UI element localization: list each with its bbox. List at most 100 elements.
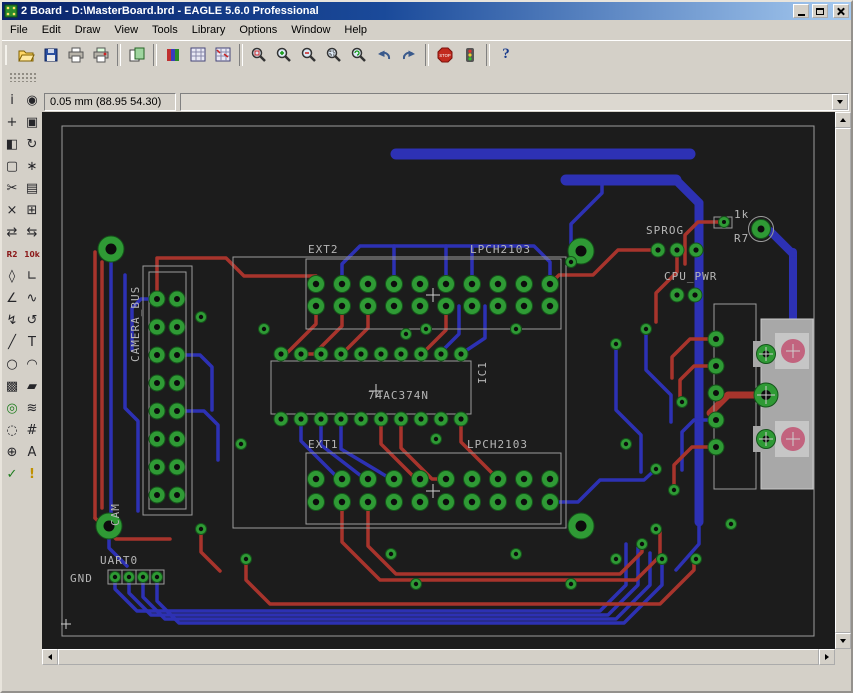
- hole-tool[interactable]: ◌: [3, 420, 22, 441]
- menu-help[interactable]: Help: [337, 21, 374, 39]
- open-button[interactable]: [14, 43, 38, 67]
- rect-tool[interactable]: ▩: [3, 376, 22, 397]
- move-icon: +: [7, 116, 18, 129]
- cam-processor-button[interactable]: [89, 43, 113, 67]
- group-tool[interactable]: ▢: [3, 156, 22, 177]
- grid-settings-button[interactable]: [211, 43, 235, 67]
- auto-tool[interactable]: A: [23, 442, 42, 463]
- menu-edit[interactable]: Edit: [35, 21, 68, 39]
- close-button[interactable]: [833, 4, 849, 18]
- menu-view[interactable]: View: [107, 21, 145, 39]
- cut-tool[interactable]: ✂: [3, 178, 22, 199]
- print-button[interactable]: [64, 43, 88, 67]
- menu-draw[interactable]: Draw: [68, 21, 108, 39]
- add-tool[interactable]: ⊞: [23, 200, 42, 221]
- library-button[interactable]: [161, 43, 185, 67]
- menu-options[interactable]: Options: [232, 21, 284, 39]
- miter-tool[interactable]: ∟: [23, 266, 42, 287]
- paste-icon: ▤: [26, 182, 38, 195]
- board-canvas[interactable]: EXT2 LPCH2103 SPROG 1k R7 CPU_PWR CAMERA…: [42, 112, 835, 649]
- board-schematic-switch-button[interactable]: [125, 43, 149, 67]
- menu-file[interactable]: File: [3, 21, 35, 39]
- arc-tool[interactable]: ◠: [23, 354, 42, 375]
- drc-tool[interactable]: ✓: [3, 464, 22, 485]
- name-tool[interactable]: R2: [3, 244, 22, 265]
- ripup-tool[interactable]: ↺: [23, 310, 42, 331]
- redo-button[interactable]: [397, 43, 421, 67]
- vertical-scroll-thumb[interactable]: [835, 128, 851, 633]
- info-icon: i: [10, 94, 14, 107]
- split-tool[interactable]: ∠: [3, 288, 22, 309]
- status-strip: [42, 665, 851, 691]
- zoom-fit-icon: [250, 46, 268, 64]
- scroll-up-button[interactable]: [835, 112, 851, 128]
- maximize-icon: [816, 8, 824, 15]
- circle-tool[interactable]: ○: [3, 354, 22, 375]
- signal-tool[interactable]: ≋: [23, 398, 42, 419]
- mark-icon: ⊕: [7, 446, 18, 459]
- zoom-redraw-icon: [350, 46, 368, 64]
- save-button[interactable]: [39, 43, 63, 67]
- stop-button[interactable]: STOP: [433, 43, 457, 67]
- pinswap-icon: ⇄: [7, 226, 18, 239]
- route-tool[interactable]: ↯: [3, 310, 22, 331]
- change-tool[interactable]: ∗: [23, 156, 42, 177]
- zoom-redraw-button[interactable]: [347, 43, 371, 67]
- menu-window[interactable]: Window: [284, 21, 337, 39]
- copy-tool[interactable]: ▣: [23, 112, 42, 133]
- horizontal-scroll-thumb[interactable]: [58, 649, 819, 665]
- horizontal-scrollbar[interactable]: [42, 649, 835, 665]
- mark-tool[interactable]: ⊕: [3, 442, 22, 463]
- help-button[interactable]: ?: [494, 43, 518, 67]
- optimize-tool[interactable]: ∿: [23, 288, 42, 309]
- via-tool[interactable]: ◎: [3, 398, 22, 419]
- zoom-select-icon: [325, 46, 343, 64]
- text-tool[interactable]: T: [23, 332, 42, 353]
- toolbar-separator: [117, 44, 121, 66]
- smash-tool[interactable]: ◊: [3, 266, 22, 287]
- scroll-left-button[interactable]: [42, 649, 58, 665]
- palette-tools: i ◉ + ▣ ◧ ↻ ▢ ∗ ✂ ▤ × ⊞ ⇄ ⇆ R2 10k ◊ ∟ ∠…: [3, 90, 42, 485]
- errors-tool[interactable]: !: [23, 464, 42, 485]
- menu-tools[interactable]: Tools: [145, 21, 185, 39]
- command-input[interactable]: [181, 94, 832, 110]
- zoom-fit-button[interactable]: [247, 43, 271, 67]
- show-tool[interactable]: ◉: [23, 90, 42, 111]
- rotate-tool[interactable]: ↻: [23, 134, 42, 155]
- cut-icon: ✂: [7, 182, 18, 195]
- board-label-lpch2103-top: LPCH2103: [470, 243, 531, 256]
- dock-area: i ◉ + ▣ ◧ ↻ ▢ ∗ ✂ ▤ × ⊞ ⇄ ⇆ R2 10k ◊ ∟ ∠…: [2, 68, 851, 691]
- menu-library[interactable]: Library: [185, 21, 233, 39]
- pinswap-tool[interactable]: ⇄: [3, 222, 22, 243]
- board-label-uart0: UART0: [100, 554, 138, 567]
- smash-icon: ◊: [9, 270, 15, 283]
- delete-tool[interactable]: ×: [3, 200, 22, 221]
- maximize-button[interactable]: [812, 4, 828, 18]
- zoom-select-button[interactable]: [322, 43, 346, 67]
- show-icon: ◉: [26, 94, 37, 107]
- move-tool[interactable]: +: [3, 112, 22, 133]
- paste-tool[interactable]: ▤: [23, 178, 42, 199]
- scroll-right-button[interactable]: [819, 649, 835, 665]
- zoom-in-button[interactable]: [272, 43, 296, 67]
- display-settings-button[interactable]: [186, 43, 210, 67]
- scroll-down-icon: [840, 639, 846, 643]
- undo-button[interactable]: [372, 43, 396, 67]
- replace-tool[interactable]: ⇆: [23, 222, 42, 243]
- board-label-camera-bus: CAMERA_BUS: [129, 286, 142, 362]
- editor-column: 0.05 mm (88.95 54.30) EXT2 LPCH2103 SPRO…: [42, 68, 851, 691]
- value-tool[interactable]: 10k: [23, 244, 42, 265]
- ratsnest-tool[interactable]: #: [23, 420, 42, 441]
- wire-tool[interactable]: ╱: [3, 332, 22, 353]
- minimize-button[interactable]: [793, 4, 809, 18]
- palette-grip[interactable]: [8, 71, 36, 82]
- command-dropdown-button[interactable]: [832, 94, 848, 110]
- zoom-out-button[interactable]: [297, 43, 321, 67]
- vertical-scrollbar[interactable]: [835, 112, 851, 649]
- polygon-tool[interactable]: ▰: [23, 376, 42, 397]
- go-button[interactable]: [458, 43, 482, 67]
- mirror-tool[interactable]: ◧: [3, 134, 22, 155]
- info-tool[interactable]: i: [3, 90, 22, 111]
- scroll-down-button[interactable]: [835, 633, 851, 649]
- copy-icon: ▣: [26, 116, 38, 129]
